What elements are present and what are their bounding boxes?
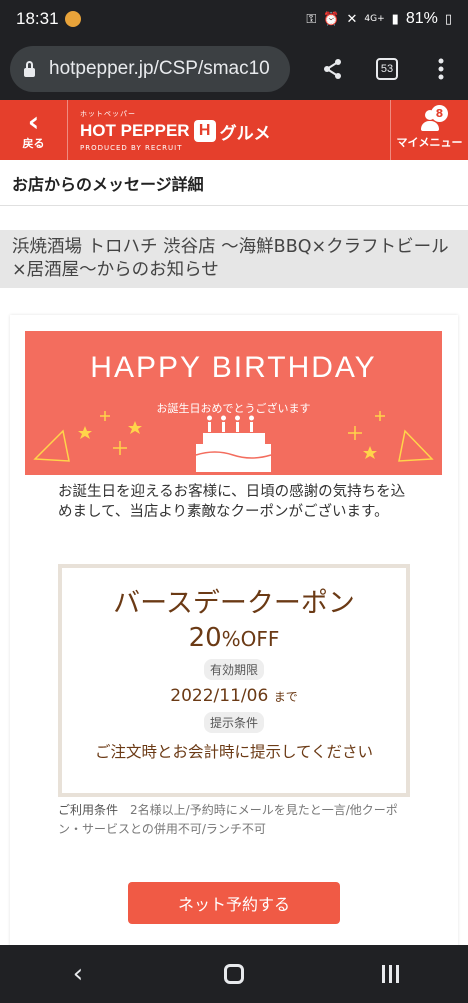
shop-name: 浜焼酒場 トロハチ 渋谷店 〜海鮮BBQ×クラフトビール×居酒屋〜からのお知らせ xyxy=(0,230,468,288)
back-button[interactable]: ‹ 戻る xyxy=(0,100,68,160)
logo-produced-by: PRODUCED BY RECRUIT xyxy=(80,143,183,152)
nav-home-button[interactable] xyxy=(204,954,264,994)
address-bar[interactable]: hotpepper.jp/CSP/smac10 xyxy=(10,46,290,92)
coupon-discount: 20%OFF xyxy=(188,623,280,653)
status-bar: 18:31 ⚿ ⏰ ✕ 4G+ ▮ 81% ▯ xyxy=(0,0,468,38)
battery-level: 81% xyxy=(405,10,438,27)
recents-icon xyxy=(381,965,399,983)
mymenu-label: マイメニュー xyxy=(396,136,463,149)
coupon-box: バースデークーポン 20%OFF 有効期限 2022/11/06 まで 提示条件… xyxy=(58,564,410,797)
browser-toolbar: hotpepper.jp/CSP/smac10 53 xyxy=(0,38,468,100)
notification-badge: 8 xyxy=(431,105,448,122)
system-nav-bar: ‹ xyxy=(0,945,468,1003)
page-title: お店からのメッセージ詳細 xyxy=(0,160,468,206)
nav-back-button[interactable]: ‹ xyxy=(48,954,108,994)
usage-terms: ご利用条件 2名様以上/予約時にメールを見たと一言/他クーポン・サービスとの併用… xyxy=(58,801,418,839)
home-icon xyxy=(224,964,244,984)
condition-label: 提示条件 xyxy=(203,712,264,733)
birthday-decoration xyxy=(33,411,434,472)
coupon-discount-unit: %OFF xyxy=(221,627,280,651)
recruit-text: RECRUIT xyxy=(144,143,183,152)
tab-switcher-button[interactable]: 53 xyxy=(360,46,414,92)
mute-icon: ✕ xyxy=(346,11,358,27)
logo-h-mark: H xyxy=(193,120,216,142)
hotpepper-logo[interactable]: ホットペッパー HOT PEPPER H グルメ PRODUCED BY REC… xyxy=(68,100,390,160)
signal-icon: ▮ xyxy=(391,11,399,27)
message-body: お誕生日を迎えるお客様に、日頃の感謝の気持ちを込めまして、当店より素敵なクーポン… xyxy=(58,484,406,520)
site-header: ‹ 戻る ホットペッパー HOT PEPPER H グルメ PRODUCED B… xyxy=(0,100,468,160)
more-menu-icon[interactable] xyxy=(414,46,468,92)
tab-count: 53 xyxy=(376,58,398,80)
reserve-button[interactable]: ネット予約する xyxy=(128,882,340,924)
notification-icon xyxy=(64,11,81,27)
logo-main: HOT PEPPER H グルメ xyxy=(80,119,390,144)
status-icons: ⚿ ⏰ ✕ 4G+ ▮ 81% ▯ xyxy=(306,10,452,28)
logo-kana: ホットペッパー xyxy=(80,109,136,118)
key-icon: ⚿ xyxy=(306,11,317,27)
coupon-title: バースデークーポン xyxy=(113,588,355,619)
back-label: 戻る xyxy=(22,137,45,150)
condition-text: ご注文時とお会計時に提示してください xyxy=(94,743,374,761)
logo-text: HOT PEPPER xyxy=(80,121,190,140)
battery-icon: ▯ xyxy=(444,11,452,27)
url-text: hotpepper.jp/CSP/smac10 xyxy=(49,58,270,79)
terms-label: ご利用条件 xyxy=(58,803,119,817)
chevron-left-icon: ‹ xyxy=(27,105,40,138)
status-time: 18:31 xyxy=(16,9,59,28)
logo-gourmet: グルメ xyxy=(219,123,271,143)
validity-date: 2022/11/06 まで xyxy=(170,686,298,706)
message-card: HAPPY BIRTHDAY お誕生日おめでとうございます お誕生日を迎えるお客… xyxy=(10,315,458,955)
share-icon[interactable] xyxy=(306,46,360,92)
mymenu-button[interactable]: 8 マイメニュー xyxy=(390,100,468,160)
validity-suffix: まで xyxy=(273,690,298,704)
network-type: 4G+ xyxy=(364,14,385,24)
nav-recents-button[interactable] xyxy=(360,954,420,994)
lock-icon xyxy=(24,60,35,77)
validity-label: 有効期限 xyxy=(203,659,264,680)
alarm-icon: ⏰ xyxy=(323,11,340,27)
birthday-banner: HAPPY BIRTHDAY お誕生日おめでとうございます xyxy=(25,331,442,475)
